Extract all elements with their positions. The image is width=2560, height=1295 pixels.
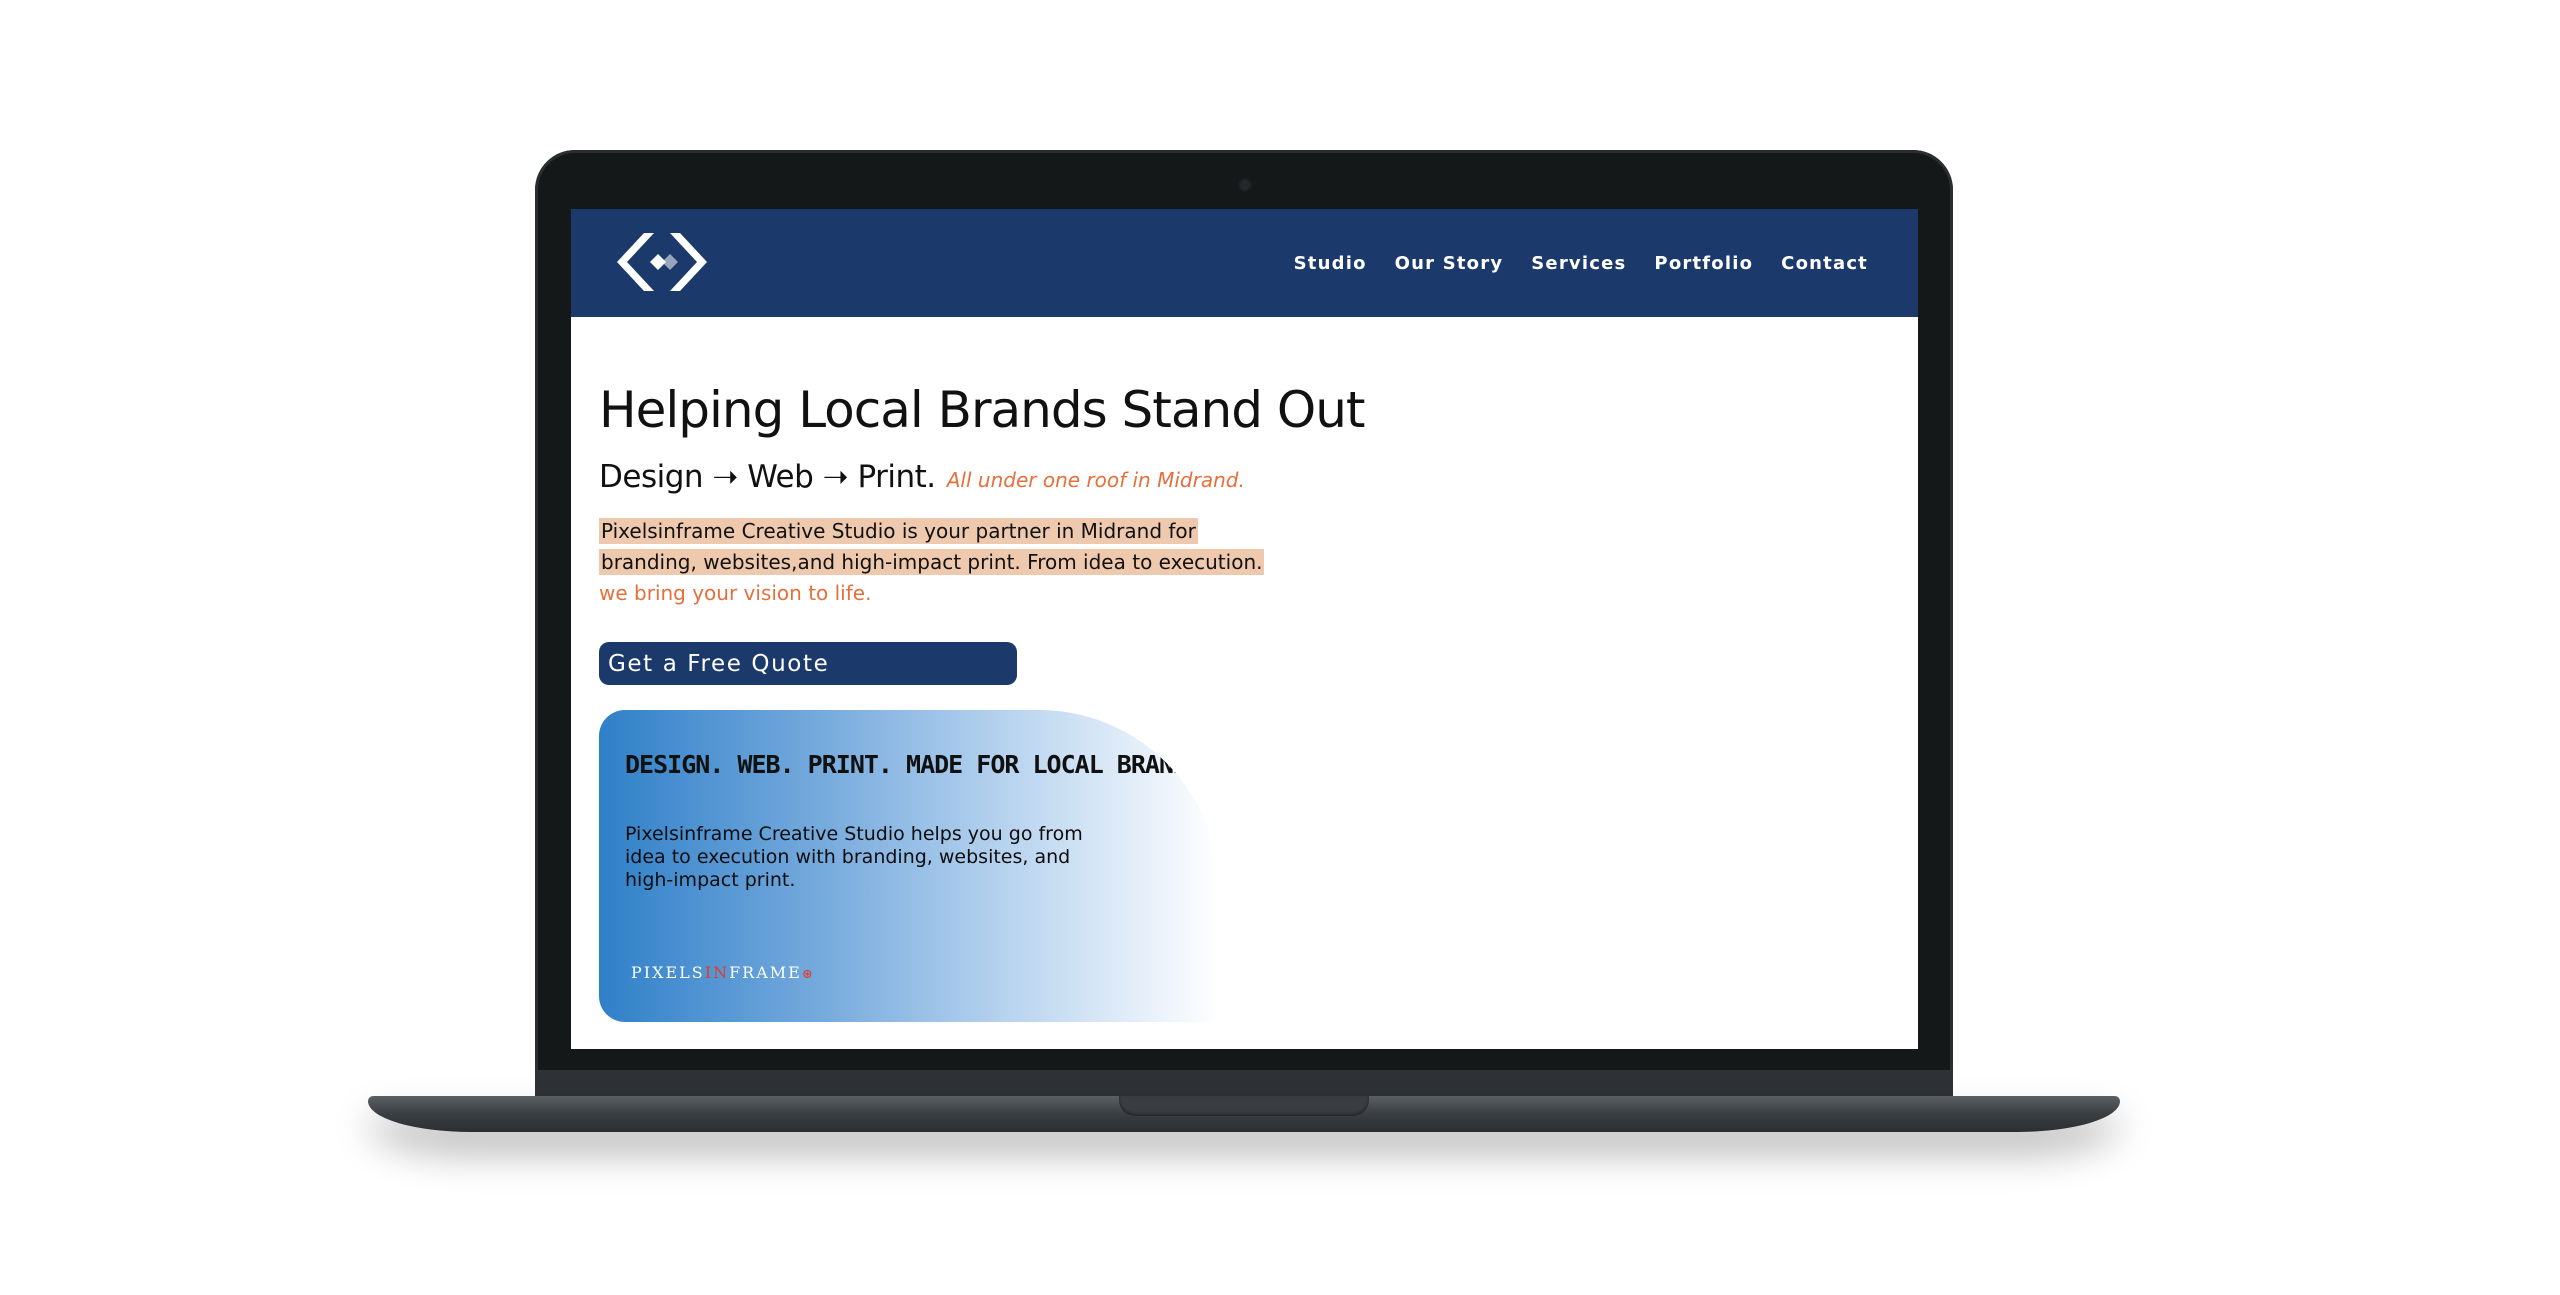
brand-mark-icon: ⊛ xyxy=(801,967,815,982)
brand-part-in: IN xyxy=(704,963,730,982)
nav-studio[interactable]: Studio xyxy=(1294,253,1367,274)
nav-contact[interactable]: Contact xyxy=(1781,253,1868,274)
get-free-quote-button[interactable]: Get a Free Quote xyxy=(599,642,1017,685)
brand-part-frame: FRAME xyxy=(729,963,802,982)
nav-our-story[interactable]: Our Story xyxy=(1395,253,1504,274)
hero-title: Helping Local Brands Stand Out xyxy=(599,381,1366,439)
site-logo-icon[interactable] xyxy=(614,227,710,297)
tagline-note: All under one roof in Midrand. xyxy=(946,468,1245,492)
hero-intro: Pixelsinframe Creative Studio is your pa… xyxy=(599,516,1279,609)
promo-banner: DESIGN. WEB. PRINT. MADE FOR LOCAL BRAND… xyxy=(599,710,1219,1022)
banner-body: Pixelsinframe Creative Studio helps you … xyxy=(625,823,1083,891)
intro-highlighted-text: Pixelsinframe Creative Studio is your pa… xyxy=(599,518,1265,575)
site-header: Studio Our Story Services Portfolio Cont… xyxy=(571,209,1918,317)
nav-portfolio[interactable]: Portfolio xyxy=(1654,253,1753,274)
main-nav: Studio Our Story Services Portfolio Cont… xyxy=(1294,209,1868,317)
nav-services[interactable]: Services xyxy=(1531,253,1626,274)
laptop-notch xyxy=(1119,1096,1369,1116)
intro-vision-text: we bring your vision to life. xyxy=(599,581,872,605)
banner-headline: DESIGN. WEB. PRINT. MADE FOR LOCAL BRAND… xyxy=(625,750,1216,779)
brand-part-pixels: PIXELS xyxy=(631,963,705,982)
hero-tagline: Design ➝ Web ➝ Print. All under one roof… xyxy=(599,459,1245,495)
brand-wordmark: PIXELSINFRAME⊛ xyxy=(631,963,815,982)
tagline-main: Design ➝ Web ➝ Print. xyxy=(599,459,936,495)
stage: Studio Our Story Services Portfolio Cont… xyxy=(0,0,2560,1295)
camera-icon xyxy=(1240,180,1250,190)
laptop-screen: Studio Our Story Services Portfolio Cont… xyxy=(571,209,1918,1049)
